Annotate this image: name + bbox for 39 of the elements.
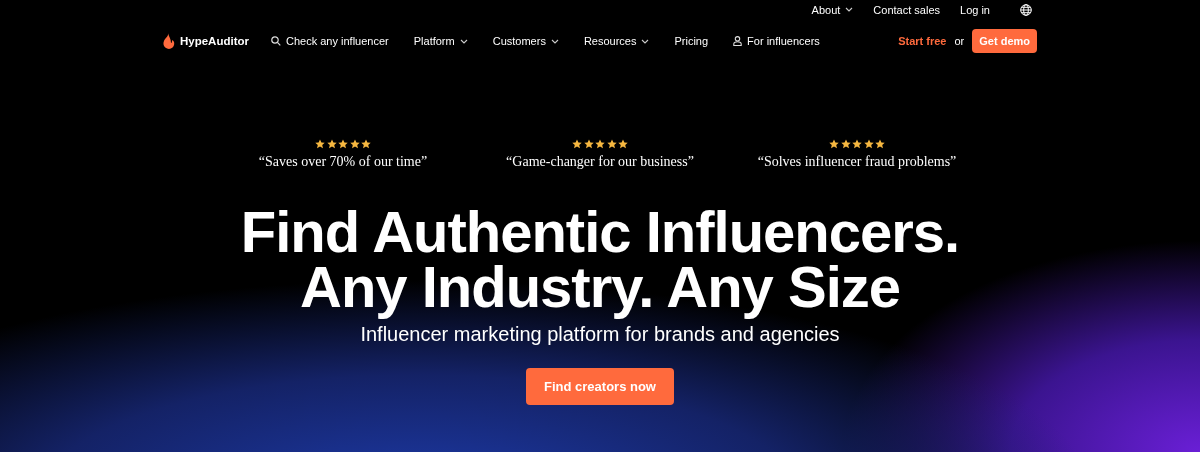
search-icon xyxy=(271,36,281,46)
star-icon xyxy=(852,139,862,149)
or-text: or xyxy=(954,35,965,47)
nav-link[interactable]: Customers xyxy=(492,35,559,47)
person-icon xyxy=(733,36,743,46)
star-icon xyxy=(315,139,325,149)
star-icon xyxy=(583,139,594,149)
chevron-icon xyxy=(641,38,650,44)
star-icon xyxy=(829,139,839,149)
nav-link[interactable]: Contact sales xyxy=(873,3,940,16)
nav-link[interactable]: Log in xyxy=(960,3,990,16)
star-icon xyxy=(572,139,582,149)
chevron-icon xyxy=(845,7,854,12)
start-free-link[interactable]: Start free xyxy=(898,35,947,47)
review-quote: “Game-changer for our business” xyxy=(506,154,694,170)
nav-link[interactable]: About xyxy=(811,3,854,16)
star-icon xyxy=(595,139,605,149)
star-icon xyxy=(349,139,360,149)
review-quote: “Solves influencer fraud problems” xyxy=(757,154,957,170)
nav-link[interactable]: Check any influencer xyxy=(271,35,389,47)
star-icon xyxy=(606,139,617,149)
star-icon xyxy=(338,139,348,149)
nav-link[interactable]: Platform xyxy=(413,35,468,47)
star-icon xyxy=(863,139,874,149)
nav-link[interactable]: Resources xyxy=(583,35,650,47)
nav-link[interactable]: Pricing xyxy=(674,35,709,47)
flame-icon xyxy=(163,33,175,49)
chevron-icon xyxy=(459,38,468,44)
star-icon xyxy=(840,139,851,149)
globe-icon[interactable] xyxy=(1020,3,1032,16)
star-icon xyxy=(361,139,371,149)
nav-link[interactable]: For influencers xyxy=(733,35,820,47)
chevron-icon xyxy=(550,38,559,44)
star-icon xyxy=(618,139,628,149)
star-icon xyxy=(875,139,885,149)
subtitle: Influencer marketing platform for brands and agencies xyxy=(359,323,841,346)
brand-name: HypeAuditor xyxy=(180,35,249,47)
star-icon xyxy=(326,139,337,149)
review-quote: “Saves over 70% of our time” xyxy=(258,154,428,170)
